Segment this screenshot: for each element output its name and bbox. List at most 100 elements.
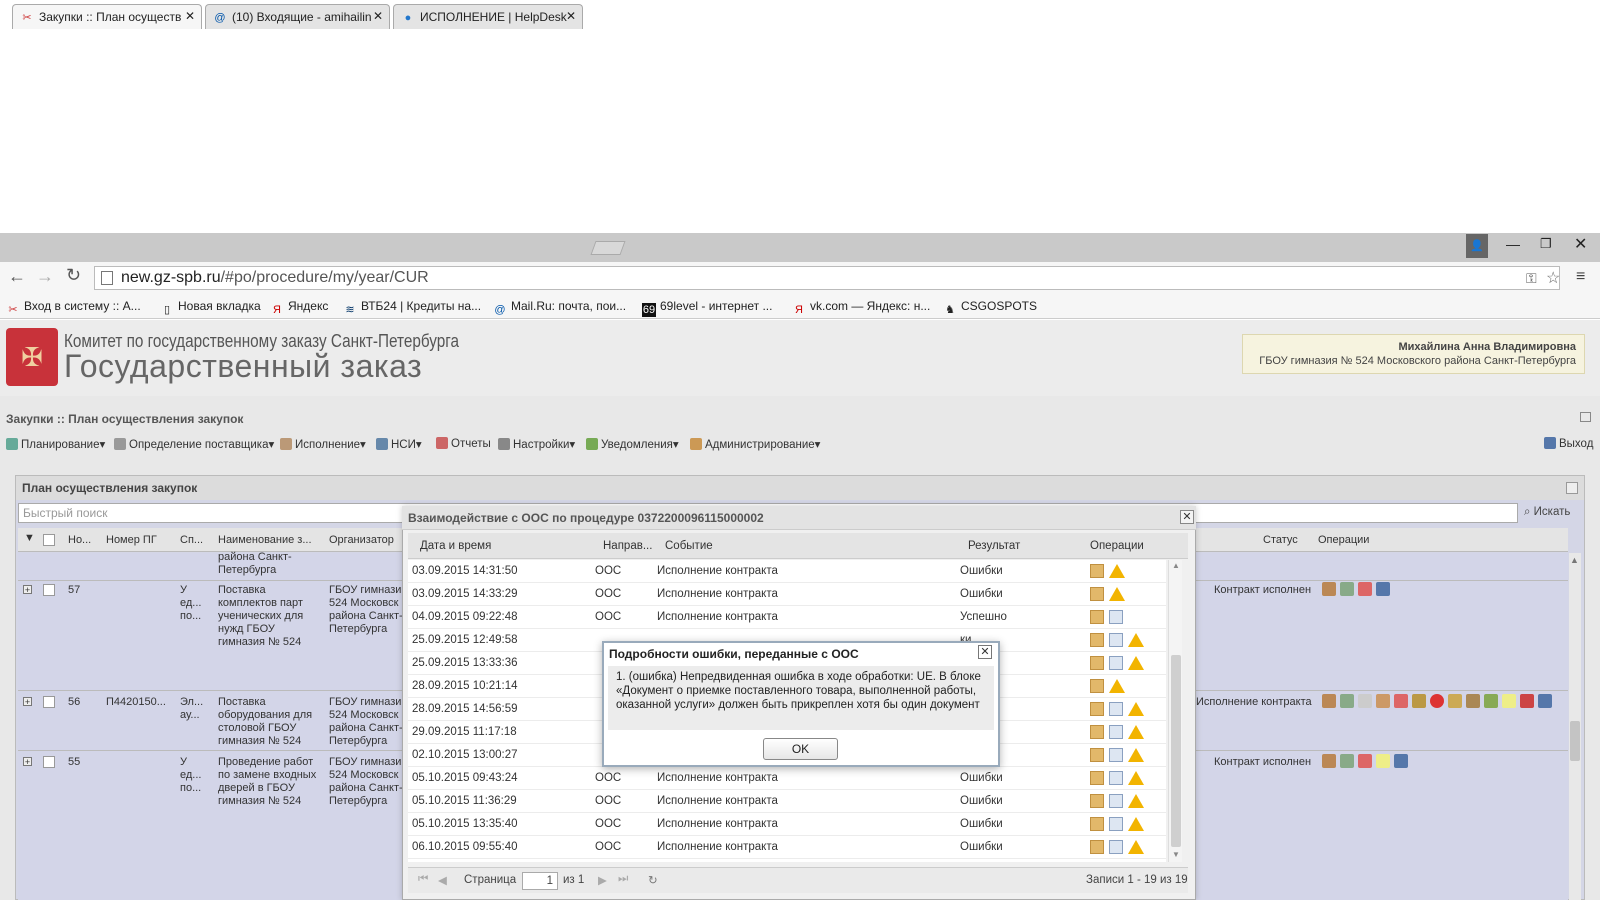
package-icon[interactable] [1090, 633, 1104, 647]
col-direction[interactable]: Направ... [603, 540, 652, 552]
document-icon[interactable] [1109, 794, 1123, 808]
menu-reports[interactable]: Отчеты [436, 437, 491, 450]
row-checkbox[interactable] [43, 696, 55, 708]
row-checkbox[interactable] [43, 756, 55, 768]
col-operations[interactable]: Операции [1318, 534, 1369, 546]
reload-icon[interactable]: ↻ [66, 265, 81, 286]
browser-tab-mail[interactable]: @ (10) Входящие - amihailin ✕ [205, 4, 390, 29]
menu-nsi[interactable]: НСИ▾ [376, 437, 422, 451]
package-icon[interactable] [1090, 771, 1104, 785]
close-icon[interactable]: ✕ [1180, 510, 1194, 524]
package-icon[interactable] [1090, 840, 1104, 854]
bookmark-item[interactable]: ▯ Новая вкладка [160, 299, 261, 317]
exit-button[interactable]: Выход [1544, 437, 1593, 450]
pen-icon[interactable] [1484, 694, 1498, 708]
expand-icon[interactable]: + [23, 585, 32, 595]
warning-icon[interactable] [1128, 840, 1144, 854]
table-row[interactable]: 05.10.2015 09:43:24 ООС Исполнение контрак… [408, 767, 1166, 790]
warning-icon[interactable] [1128, 748, 1144, 762]
bookmark-item[interactable]: Яvk.com — Яндекс: н... [792, 299, 930, 317]
row-checkbox[interactable] [43, 584, 55, 596]
star-icon[interactable]: ☆ [1546, 268, 1560, 288]
table-row[interactable]: 03.09.2015 14:31:50 ООС Исполнение контрак… [408, 560, 1166, 583]
table-row[interactable]: 05.10.2015 11:36:29 ООС Исполнение контрак… [408, 790, 1166, 813]
gear-icon[interactable] [1340, 754, 1354, 768]
select-all-checkbox[interactable] [43, 534, 55, 546]
scrollbar-thumb[interactable] [1171, 655, 1181, 847]
warning-icon[interactable] [1128, 771, 1144, 785]
package-icon[interactable] [1090, 564, 1104, 578]
gear-icon[interactable] [1340, 694, 1354, 708]
scroll-up-icon[interactable]: ▲ [1570, 555, 1579, 565]
document-icon[interactable] [1109, 817, 1123, 831]
key-icon[interactable]: ⚿ [1526, 270, 1537, 287]
col-datetime[interactable]: Дата и время [420, 540, 491, 552]
package-icon[interactable] [1090, 794, 1104, 808]
warning-icon[interactable] [1128, 817, 1144, 831]
collapse-icon[interactable] [1580, 412, 1591, 422]
col-method[interactable]: Сп... [180, 534, 203, 546]
doc-icon[interactable] [1358, 694, 1372, 708]
document-icon[interactable] [1109, 748, 1123, 762]
menu-supplier[interactable]: Определение поставщика▾ [114, 437, 274, 451]
document-icon[interactable] [1109, 702, 1123, 716]
users-icon[interactable] [1520, 694, 1534, 708]
warning-icon[interactable] [1109, 679, 1125, 693]
col-operations[interactable]: Операции [1090, 540, 1144, 552]
restore-icon[interactable]: ❐ [1540, 236, 1552, 252]
package-icon[interactable] [1090, 702, 1104, 716]
warning-icon[interactable] [1128, 794, 1144, 808]
warning-icon[interactable] [1128, 633, 1144, 647]
table-row[interactable]: 05.10.2015 13:35:40 ООС Исполнение контрак… [408, 813, 1166, 836]
bookmark-item[interactable]: 69 69level - интернет ... [642, 299, 772, 317]
back-icon[interactable]: ← [8, 266, 26, 287]
browser-tab-zakupki[interactable]: ✂ Закупки :: План осуществ ✕ [12, 4, 202, 29]
table-row[interactable]: 06.10.2015 09:55:40 ООС Исполнение контрак… [408, 836, 1166, 859]
warning-icon[interactable] [1128, 702, 1144, 716]
table-row[interactable]: 03.09.2015 14:33:29 ООС Исполнение контрак… [408, 583, 1166, 606]
new-tab-button[interactable] [590, 241, 626, 255]
close-tab-icon[interactable]: ✕ [373, 9, 383, 23]
main-grid-scrollbar[interactable] [1569, 553, 1581, 900]
menu-notifications[interactable]: Уведомления▾ [586, 437, 679, 451]
package-icon[interactable] [1090, 817, 1104, 831]
document-icon[interactable] [1109, 725, 1123, 739]
package-icon[interactable] [1090, 725, 1104, 739]
address-bar[interactable]: new.gz-spb.ru/#po/procedure/my/year/CUR [94, 266, 1560, 290]
list-icon[interactable] [1448, 694, 1462, 708]
last-page-icon[interactable]: ⏭ [618, 873, 628, 886]
doc-icon[interactable] [1358, 754, 1372, 768]
ok-button[interactable]: OK [763, 738, 838, 760]
close-window-icon[interactable]: ✕ [1574, 234, 1587, 254]
lines-icon[interactable] [1376, 754, 1390, 768]
col-result[interactable]: Результат [968, 540, 1020, 552]
menu-icon[interactable]: ≡ [1576, 268, 1585, 286]
close-icon[interactable]: ✕ [978, 645, 992, 659]
close-tab-icon[interactable]: ✕ [185, 9, 195, 23]
package-icon[interactable] [1090, 587, 1104, 601]
document-icon[interactable] [1109, 656, 1123, 670]
tool-icon[interactable] [1412, 694, 1426, 708]
document-icon[interactable] [1109, 771, 1123, 785]
library-icon[interactable] [1376, 582, 1390, 596]
bookmark-item[interactable]: @ Mail.Ru: почта, пои... [493, 299, 626, 317]
warning-icon[interactable] [1128, 656, 1144, 670]
bookmark-item[interactable]: Я Яндекс [270, 299, 328, 317]
library-icon[interactable] [1538, 694, 1552, 708]
chart-icon[interactable] [1322, 694, 1336, 708]
dialog-scrollbar[interactable] [1168, 560, 1182, 862]
warning-icon[interactable] [1109, 587, 1125, 601]
package-icon[interactable] [1090, 656, 1104, 670]
menu-settings[interactable]: Настройки▾ [498, 437, 575, 451]
menu-execution[interactable]: Исполнение▾ [280, 437, 366, 451]
menu-planning[interactable]: Планирование▾ [6, 437, 105, 451]
col-pg-number[interactable]: Номер ПГ [106, 534, 157, 546]
bookmark-item[interactable]: ♞ CSGOSPOTS [943, 299, 1037, 317]
emblem-icon[interactable] [1376, 694, 1390, 708]
check-icon[interactable] [1466, 694, 1480, 708]
document-icon[interactable] [1109, 633, 1123, 647]
next-page-icon[interactable]: ▶ [598, 873, 607, 887]
menu-admin[interactable]: Администрирование▾ [690, 437, 820, 451]
report-icon[interactable] [1394, 694, 1408, 708]
warning-icon[interactable] [1109, 564, 1125, 578]
